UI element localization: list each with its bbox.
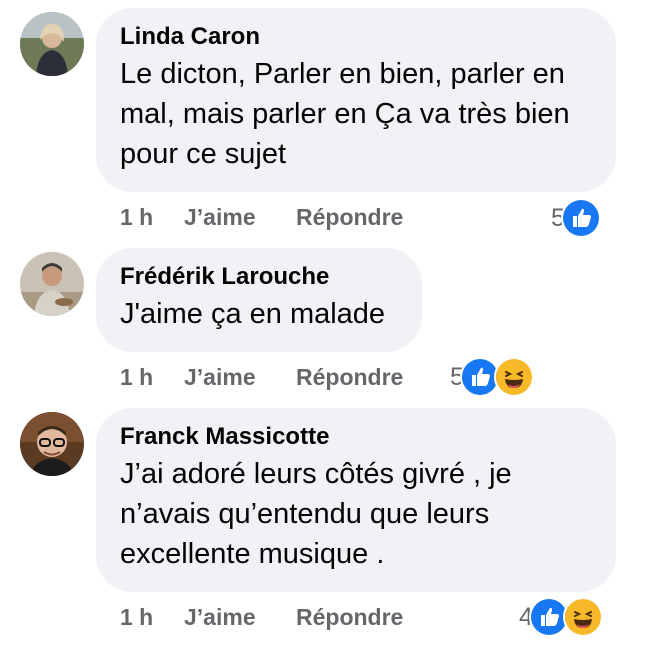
- comment-timestamp[interactable]: 1 h: [120, 604, 184, 631]
- reaction-summary[interactable]: 4: [519, 597, 603, 637]
- comment-text: J’ai adoré leurs côtés givré , je n’avai…: [120, 458, 512, 570]
- comment-text: Le dicton, Parler en bien, parler en mal…: [120, 58, 570, 170]
- like-icon: [560, 198, 601, 238]
- comment-bubble: Franck Massicotte J’ai adoré leurs côtés…: [96, 408, 616, 592]
- haha-icon: [562, 597, 603, 637]
- comment-bubble: Frédérik Larouche J'aime ça en malade: [96, 248, 422, 352]
- comment-bubble: Linda Caron Le dicton, Parler en bien, p…: [96, 8, 616, 192]
- comment-actions: 1 h J’aime Répondre: [120, 201, 403, 233]
- reaction-summary[interactable]: 5: [450, 357, 534, 397]
- avatar[interactable]: [20, 252, 84, 316]
- like-button[interactable]: J’aime: [184, 204, 296, 231]
- comment-author[interactable]: Frédérik Larouche: [120, 262, 398, 292]
- comment-timestamp[interactable]: 1 h: [120, 204, 184, 231]
- reply-button[interactable]: Répondre: [296, 204, 403, 231]
- avatar[interactable]: [20, 12, 84, 76]
- like-button[interactable]: J’aime: [184, 364, 296, 391]
- avatar[interactable]: [20, 412, 84, 476]
- comment-actions: 1 h J’aime Répondre: [120, 601, 403, 633]
- reply-button[interactable]: Répondre: [296, 604, 403, 631]
- comments-section: Linda Caron Le dicton, Parler en bien, p…: [0, 0, 656, 646]
- reply-button[interactable]: Répondre: [296, 364, 403, 391]
- haha-icon: [493, 357, 534, 397]
- comment-author[interactable]: Franck Massicotte: [120, 422, 592, 452]
- comment-timestamp[interactable]: 1 h: [120, 364, 184, 391]
- reaction-summary[interactable]: 5: [551, 198, 601, 238]
- like-button[interactable]: J’aime: [184, 604, 296, 631]
- comment-actions: 1 h J’aime Répondre: [120, 361, 403, 393]
- comment-text: J'aime ça en malade: [120, 298, 386, 330]
- comment-author[interactable]: Linda Caron: [120, 22, 592, 52]
